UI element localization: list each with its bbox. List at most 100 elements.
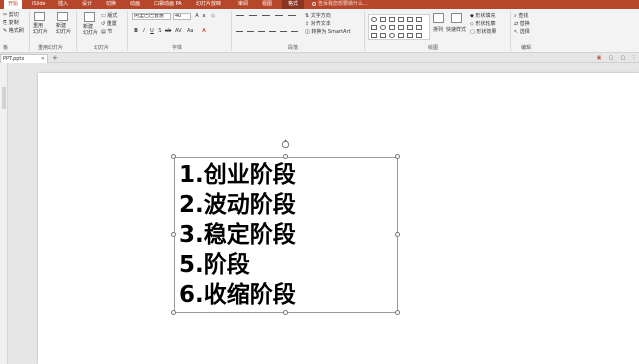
find-button[interactable]: ⌕ 查找 (514, 13, 528, 19)
font-color-button[interactable]: A (201, 28, 207, 34)
new-slide-icon[interactable] (57, 12, 68, 21)
numbering-icon[interactable] (249, 15, 257, 16)
tab-review[interactable]: 审阅 (238, 0, 248, 9)
tab-transitions[interactable]: 切换 (106, 0, 116, 9)
justify-icon[interactable] (269, 31, 276, 32)
select-button[interactable]: ↖ 选择 (514, 29, 530, 35)
font-size-select[interactable]: 40 (173, 13, 191, 20)
tab-islide[interactable]: iSlide (32, 0, 46, 9)
section-button[interactable]: ▤ 节 (101, 29, 112, 35)
window-icon[interactable]: ▣ (596, 55, 602, 61)
shape-rect-icon[interactable] (416, 33, 422, 38)
tab-home[interactable]: 开始 (4, 0, 22, 9)
shape-rect-icon[interactable] (407, 17, 413, 22)
change-case-button[interactable]: Aa (187, 28, 193, 34)
resize-handle-w[interactable] (171, 232, 176, 237)
slide-thumbnail[interactable] (2, 87, 6, 109)
copy-button[interactable]: ⎘ 复制 (3, 20, 19, 26)
align-center-icon[interactable] (247, 31, 254, 32)
resize-handle-s[interactable] (283, 310, 288, 315)
decrease-indent-icon[interactable] (262, 15, 270, 16)
restore-icon[interactable]: ▢ (620, 55, 626, 61)
underline-button[interactable]: U (149, 28, 155, 34)
reset-label: 重置 (106, 21, 117, 27)
text-direction-button[interactable]: ⇅ 文字方向 (305, 13, 331, 19)
new-slide-large-button[interactable]: 新建 幻灯片 (83, 24, 98, 36)
clear-format-button[interactable]: ◇ (210, 13, 216, 19)
grow-font-button[interactable]: A (194, 13, 200, 19)
shrink-font-button[interactable]: a (201, 13, 207, 19)
convert-smartart-button[interactable]: ◫ 转换为 SmartArt (305, 29, 350, 35)
tab-slideshow[interactable]: 幻灯片放映 (196, 0, 221, 9)
shape-rect-icon[interactable] (380, 17, 386, 22)
tab-insert[interactable]: 插入 (58, 0, 68, 9)
shadow-button[interactable]: S (157, 28, 163, 34)
resize-handle-se[interactable] (395, 310, 400, 315)
align-left-icon[interactable] (236, 31, 243, 32)
close-icon[interactable]: ✕ (41, 55, 45, 63)
shape-outline-button[interactable]: ◇ 形状轮廓 (470, 21, 495, 27)
rotate-handle-icon[interactable] (280, 139, 291, 150)
arrange-icon[interactable] (433, 13, 444, 23)
bold-button[interactable]: B (133, 28, 139, 34)
format-painter-button[interactable]: ✎ 格式刷 (3, 28, 24, 34)
tab-animations[interactable]: 动画 (130, 0, 140, 9)
resize-handle-sw[interactable] (171, 310, 176, 315)
reset-button[interactable]: ↺ 重置 (101, 21, 117, 27)
strikethrough-button[interactable]: ab (165, 28, 171, 34)
shape-rect-icon[interactable] (416, 17, 422, 22)
document-tab[interactable]: PPT.pptx ✕ (0, 54, 48, 63)
bullets-icon[interactable] (236, 15, 244, 16)
shape-rect-icon[interactable] (398, 25, 404, 30)
resize-handle-e[interactable] (395, 232, 400, 237)
shape-rect-icon[interactable] (407, 33, 413, 38)
resize-handle-nw[interactable] (171, 154, 176, 159)
tab-view[interactable]: 视图 (262, 0, 272, 9)
tab-design[interactable]: 设计 (82, 0, 92, 9)
layout-button[interactable]: ▭ 版式 (101, 13, 117, 19)
quick-styles-button[interactable]: 快速样式 (446, 27, 466, 33)
shape-fill-button[interactable]: ◆ 形状填充 (470, 13, 495, 19)
shape-rect-icon[interactable] (371, 25, 377, 30)
font-family-select[interactable]: 阿里巴巴普惠 (132, 13, 171, 20)
resize-handle-n[interactable] (283, 154, 288, 159)
shape-rect-icon[interactable] (380, 33, 386, 38)
shape-oval-icon[interactable] (371, 17, 377, 22)
thumbnail-pane[interactable] (0, 63, 8, 364)
arrange-button[interactable]: 排列 (433, 27, 443, 33)
shape-oval-icon[interactable] (389, 33, 395, 38)
distributed-icon[interactable] (280, 31, 287, 32)
increase-indent-icon[interactable] (275, 15, 283, 16)
resize-handle-ne[interactable] (395, 154, 400, 159)
align-right-icon[interactable] (258, 31, 265, 32)
new-slide-button[interactable]: 新建 幻灯片 (56, 23, 71, 35)
shape-rect-icon[interactable] (398, 33, 404, 38)
shape-rect-icon[interactable] (389, 25, 395, 30)
shape-rect-icon[interactable] (389, 17, 395, 22)
replace-button[interactable]: ⇄ 替换 (514, 21, 530, 27)
quick-styles-icon[interactable] (451, 13, 462, 23)
columns-icon[interactable] (291, 31, 298, 32)
add-tab-button[interactable]: + (52, 54, 58, 62)
shape-rect-icon[interactable] (407, 25, 413, 30)
reuse-slides-button[interactable]: 重用 幻灯片 (33, 23, 48, 35)
tab-pocket-animation[interactable]: 口袋动画 PA (154, 0, 182, 9)
shape-rect-icon[interactable] (398, 17, 404, 22)
shape-rect-icon[interactable] (371, 33, 377, 38)
align-text-button[interactable]: ⇳ 对齐文本 (305, 21, 331, 27)
cut-button[interactable]: ✂ 剪切 (3, 12, 19, 18)
italic-button[interactable]: I (141, 28, 147, 34)
shapes-gallery[interactable] (368, 14, 430, 40)
shape-rect-icon[interactable] (416, 25, 422, 30)
shape-oval-icon[interactable] (380, 25, 386, 30)
new-slide-large-icon[interactable] (84, 12, 95, 22)
spacing-button[interactable]: AV (175, 28, 182, 34)
reuse-slides-icon[interactable] (34, 12, 45, 21)
line-spacing-icon[interactable] (288, 15, 296, 16)
menu-icon[interactable]: ⋮ (631, 55, 637, 61)
text-box-content[interactable]: 1.创业阶段 2.波动阶段 3.稳定阶段 5.阶段 6.收缩阶段 (179, 160, 394, 310)
minimize-icon[interactable]: ▢ (608, 55, 614, 61)
shape-effects-button[interactable]: ▢ 形状效果 (470, 29, 496, 35)
tell-me-box[interactable]: 告诉我您想要做什么... (312, 0, 368, 9)
tab-format[interactable]: 格式 (282, 0, 304, 9)
